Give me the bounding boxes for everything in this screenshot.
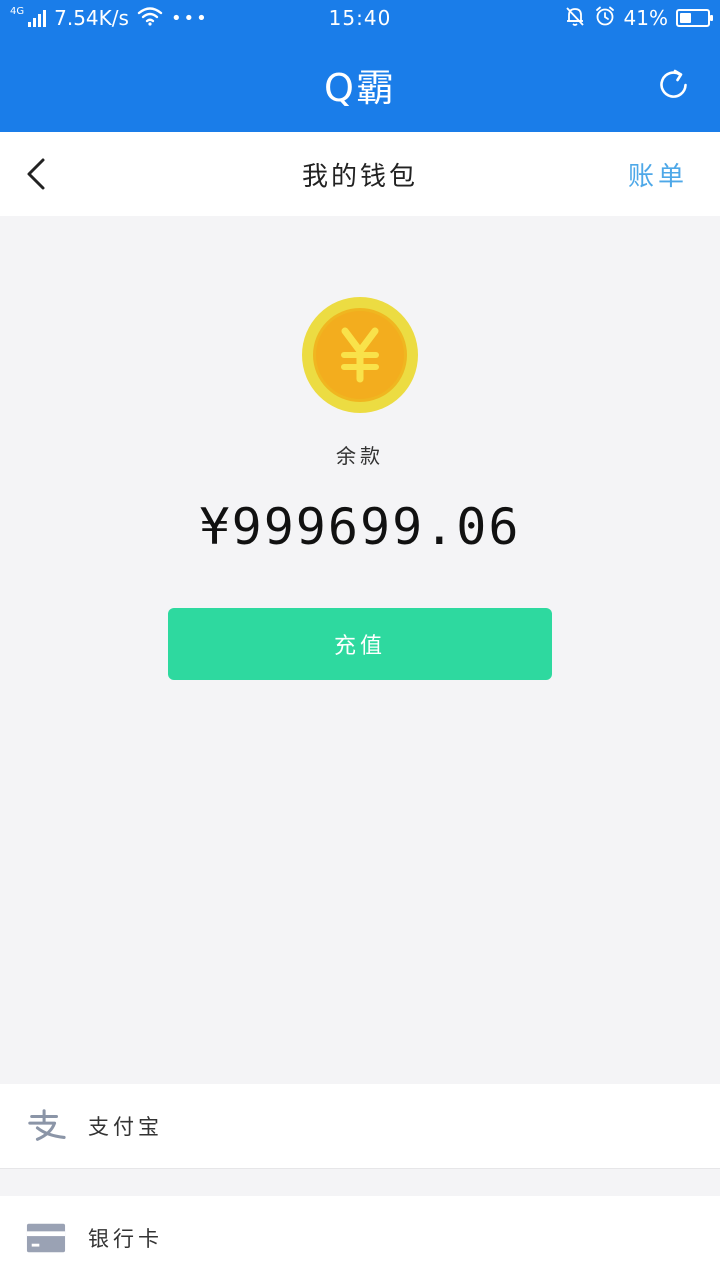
status-left: 4G 7.54K/s ••• (10, 0, 209, 36)
battery-icon (676, 9, 713, 27)
recharge-label: 充值 (333, 634, 386, 659)
network-type: 4G (10, 6, 25, 17)
refresh-icon (660, 69, 687, 98)
nav-bar: 我的钱包 账单 (0, 132, 720, 216)
battery-percent: 41% (623, 6, 668, 30)
balance-amount: ¥999699.06 (199, 498, 521, 556)
wallet-screen: 4G 7.54K/s ••• 15:40 41% Q霸 我的钱包 账单 余款 ¥… (0, 0, 720, 1280)
status-bar: 4G 7.54K/s ••• 15:40 41% (0, 0, 720, 36)
payment-label-bank-card: 银行卡 (88, 1227, 163, 1251)
bank-card-icon (26, 1218, 66, 1258)
status-time: 15:40 (328, 6, 392, 30)
chevron-left-icon (27, 158, 45, 190)
network-speed: 7.54K/s (54, 6, 129, 30)
battery-level (680, 13, 691, 23)
divider (0, 1168, 720, 1169)
balance-label: 余款 (336, 444, 384, 468)
back-button[interactable] (14, 152, 58, 196)
payment-option-bank-card[interactable]: 银行卡 (0, 1196, 720, 1280)
payment-option-alipay[interactable]: 支付宝 (0, 1084, 720, 1168)
alarm-icon (594, 5, 616, 32)
page-title: 我的钱包 (301, 161, 418, 192)
recharge-button[interactable]: 充值 (168, 608, 552, 680)
more-indicator: ••• (170, 7, 209, 29)
bill-link[interactable]: 账单 (628, 132, 688, 216)
mute-bell-icon (564, 5, 586, 32)
wifi-icon (137, 6, 163, 31)
alipay-icon (26, 1106, 66, 1146)
refresh-button[interactable] (656, 66, 692, 102)
payment-label-alipay: 支付宝 (88, 1115, 163, 1139)
app-header: Q霸 (0, 36, 720, 132)
app-title: Q霸 (324, 65, 396, 110)
yuan-coin-icon (302, 297, 418, 413)
signal-icon (28, 9, 47, 27)
status-right: 41% (564, 0, 713, 36)
